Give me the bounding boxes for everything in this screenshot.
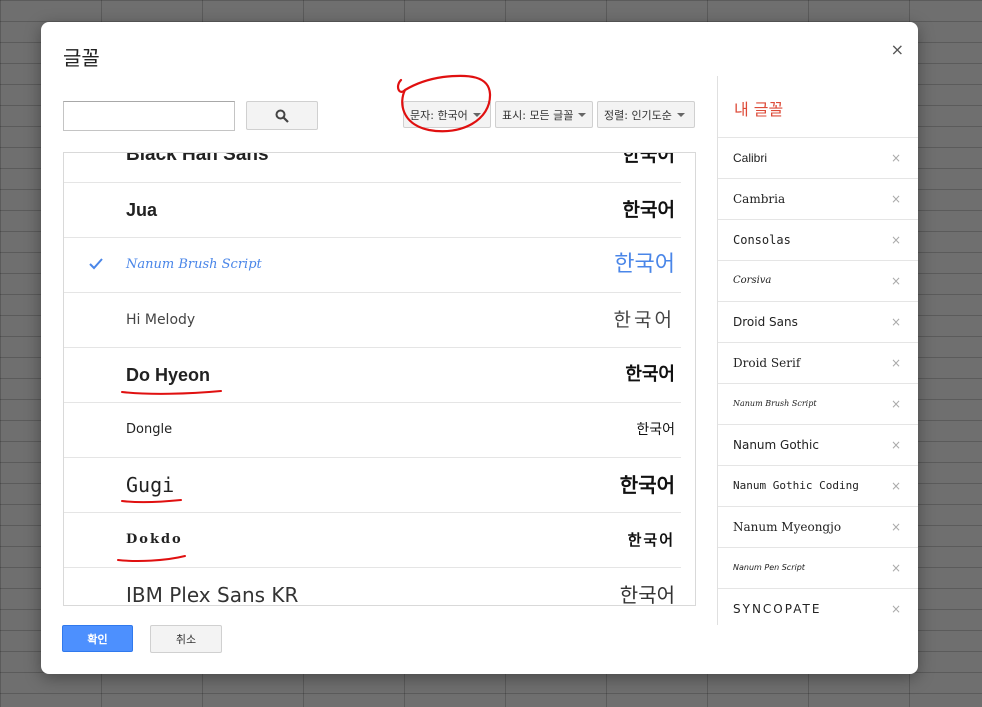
remove-icon[interactable]: × [891,384,901,424]
my-font-item[interactable]: Droid Sans × [718,301,918,342]
font-name: Do Hyeon [126,365,211,385]
ok-button[interactable]: 확인 [62,625,133,652]
font-sample: 한국어 [622,199,675,221]
my-font-item[interactable]: Cambria × [718,178,918,219]
font-sample: 한국어 [636,422,675,438]
remove-icon[interactable]: × [891,548,901,588]
font-row-dokdo[interactable]: Dokdo 한국어 [64,513,681,568]
script-filter-dropdown[interactable]: 문자: 한국어 [403,101,491,128]
my-font-item[interactable]: Corsiva × [718,260,918,301]
my-font-item[interactable]: SYNCOPATE × [718,588,918,625]
my-font-name: SYNCOPATE [733,602,822,616]
font-sample: 한국어 [614,252,675,277]
my-font-name: Nanum Gothic [733,438,819,452]
my-font-name: Consolas [733,233,791,247]
font-dialog: 글꼴 × 문자: 한국어 표시: 모든 글꼴 정렬: 인기도순 Black Ha… [41,22,918,674]
font-sample: 한국어 [613,309,675,331]
font-name: Gugi [126,473,175,497]
my-font-item[interactable]: Nanum Brush Script × [718,383,918,424]
search-icon [275,109,289,123]
my-font-item[interactable]: Nanum Myeongjo × [718,506,918,547]
font-name: Jua [126,200,158,220]
my-font-item[interactable]: Consolas × [718,219,918,260]
font-name: Dongle [126,422,173,437]
remove-icon[interactable]: × [891,425,901,465]
close-icon[interactable]: × [891,40,904,59]
font-sample: 한국어 [622,152,675,166]
font-list[interactable]: Black Han Sans 한국어 Jua 한국어 Nanum Brush S… [63,152,696,606]
font-row-black-han-sans[interactable]: Black Han Sans 한국어 [64,152,681,183]
my-font-name: Cambria [733,192,786,206]
sort-dropdown[interactable]: 정렬: 인기도순 [597,101,695,128]
my-font-item[interactable]: Droid Serif × [718,342,918,383]
font-name: Black Han Sans [126,152,269,165]
font-row-nanum-brush-script[interactable]: Nanum Brush Script 한국어 [64,238,681,293]
font-row-ibm-plex-sans-kr[interactable]: IBM Plex Sans KR 한국어 [64,568,681,606]
my-font-name: Droid Sans [733,315,798,329]
font-name: IBM Plex Sans KR [126,583,299,606]
my-font-item[interactable]: Calibri × [718,137,918,178]
my-font-item[interactable]: Nanum Gothic Coding × [718,465,918,506]
dropdown-arrow-icon [578,112,587,117]
my-font-name: Nanum Brush Script [733,399,817,408]
remove-icon[interactable]: × [891,261,901,301]
remove-icon[interactable]: × [891,466,901,506]
show-filter-dropdown[interactable]: 표시: 모든 글꼴 [495,101,593,128]
font-row-dongle[interactable]: Dongle 한국어 [64,403,681,458]
my-fonts-title: 내 글꼴 [734,100,784,119]
my-font-item[interactable]: Nanum Pen Script × [718,547,918,588]
cancel-button[interactable]: 취소 [150,625,222,653]
my-fonts-panel: 내 글꼴 Calibri × Cambria × Consolas × Cors… [717,76,918,625]
font-sample: 한국어 [619,473,675,497]
remove-icon[interactable]: × [891,343,901,383]
check-icon [89,258,103,270]
dropdown-arrow-icon [676,112,685,117]
font-row-jua[interactable]: Jua 한국어 [64,183,681,238]
show-filter-label: 표시: 모든 글꼴 [502,108,574,122]
remove-icon[interactable]: × [891,138,901,178]
remove-icon[interactable]: × [891,220,901,260]
dropdown-arrow-icon [472,112,481,117]
font-sample: 한국어 [625,364,675,385]
font-sample: 한국어 [627,531,675,549]
my-font-name: Nanum Pen Script [733,563,805,572]
remove-icon[interactable]: × [891,179,901,219]
font-sample: 한국어 [619,583,675,606]
remove-icon[interactable]: × [891,589,901,625]
my-font-name: Nanum Gothic Coding [733,479,859,492]
font-row-do-hyeon[interactable]: Do Hyeon 한국어 [64,348,681,403]
script-filter-label: 문자: 한국어 [410,108,468,122]
font-search-input[interactable] [63,101,235,131]
my-font-name: Calibri [733,151,768,165]
remove-icon[interactable]: × [891,507,901,547]
font-row-hi-melody[interactable]: Hi Melody 한국어 [64,293,681,348]
font-name: Dokdo [126,532,183,547]
remove-icon[interactable]: × [891,302,901,342]
my-font-item[interactable]: Nanum Gothic × [718,424,918,465]
dialog-title: 글꼴 [63,46,100,70]
font-row-gugi[interactable]: Gugi 한국어 [64,458,681,513]
sort-label: 정렬: 인기도순 [604,108,672,122]
my-font-name: Nanum Myeongjo [733,520,842,534]
search-button[interactable] [246,101,318,130]
font-name: Hi Melody [126,312,196,328]
my-font-name: Corsiva [733,275,772,286]
font-name: Nanum Brush Script [126,257,262,272]
my-font-name: Droid Serif [733,356,801,370]
